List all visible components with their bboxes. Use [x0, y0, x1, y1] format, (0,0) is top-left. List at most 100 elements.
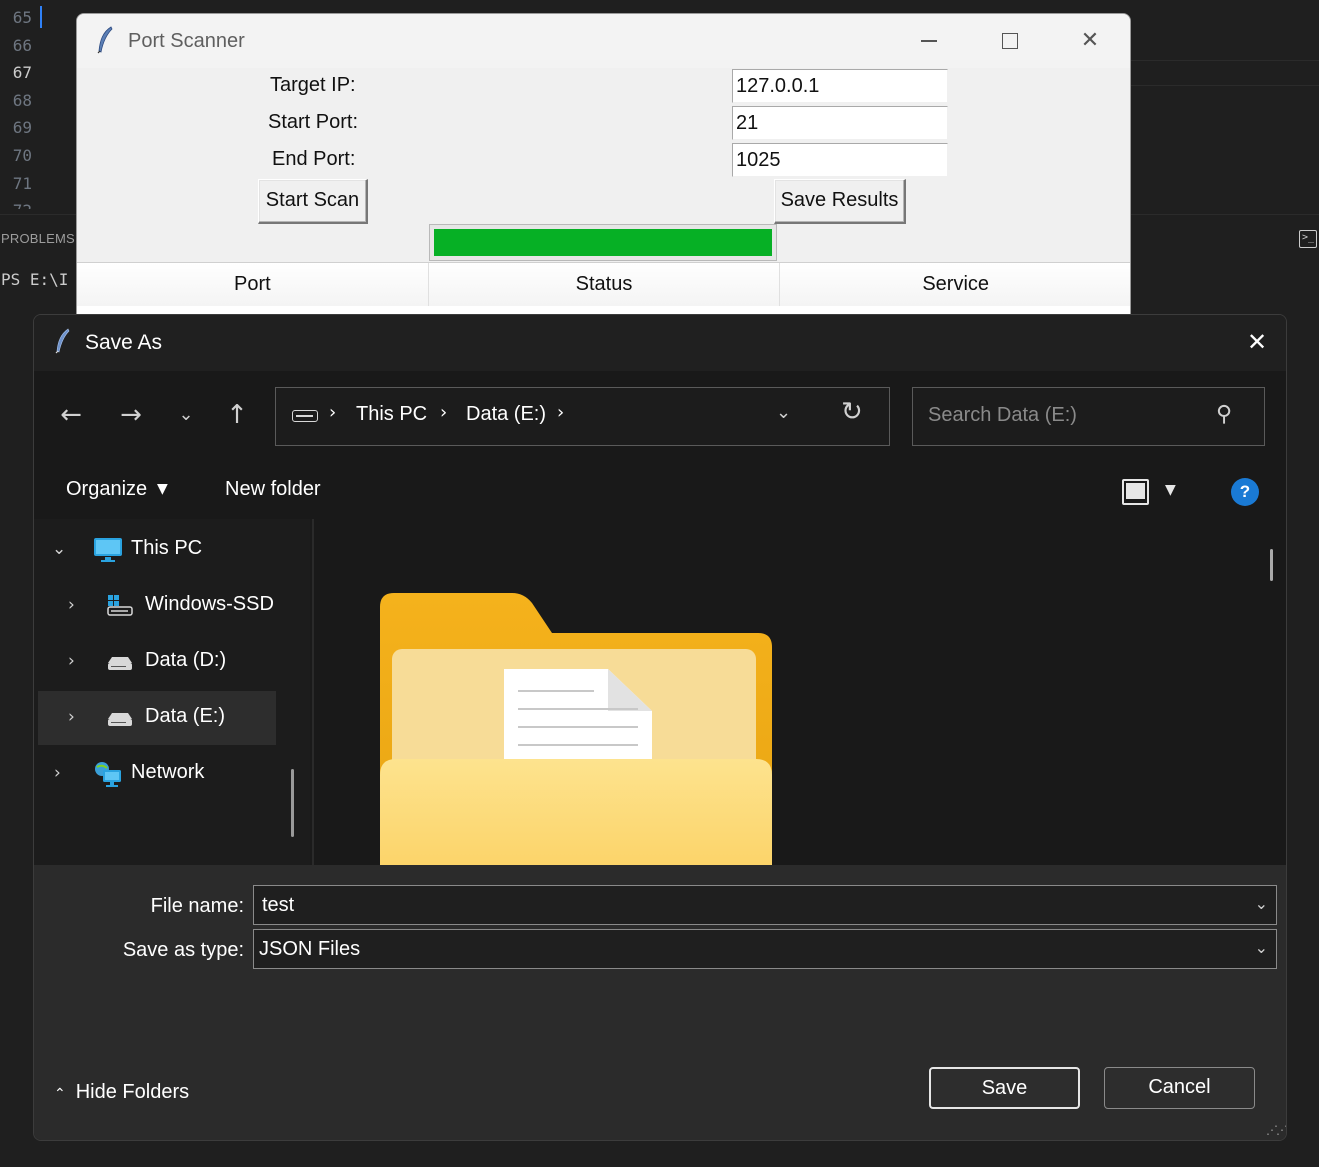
- tree-label-this-pc: This PC: [131, 537, 203, 559]
- cancel-button[interactable]: Cancel: [1104, 1067, 1255, 1109]
- breadcrumb-separator-icon[interactable]: ›: [440, 402, 447, 423]
- address-bar[interactable]: › This PC › Data (E:) › ⌄ ↻: [275, 387, 890, 446]
- forward-arrow-icon[interactable]: →: [114, 395, 148, 435]
- save-as-type-label: Save as type:: [122, 939, 244, 961]
- tree-label-network: Network: [131, 761, 205, 783]
- save-results-button[interactable]: Save Results: [774, 179, 906, 224]
- current-line-highlight: [1130, 60, 1319, 86]
- tree-item-data-e[interactable]: › Data (E:): [38, 691, 276, 745]
- refresh-icon[interactable]: ↻: [841, 397, 863, 427]
- tab-problems[interactable]: PROBLEMS: [1, 231, 75, 246]
- tree-item-windows-ssd[interactable]: › Windows-SSD: [38, 579, 276, 633]
- file-name-label: File name:: [150, 895, 244, 917]
- chevron-right-icon[interactable]: ›: [54, 763, 61, 783]
- save-as-type-select[interactable]: JSON Files ⌄: [253, 929, 1277, 969]
- search-box[interactable]: Search Data (E:) ⚲: [912, 387, 1265, 446]
- resize-grip-icon[interactable]: ⋰⋰: [1266, 1123, 1286, 1137]
- breadcrumb-separator-icon[interactable]: ›: [329, 402, 336, 423]
- minimize-button[interactable]: [909, 26, 949, 56]
- line-number: 68: [12, 90, 32, 110]
- save-as-type-value: JSON Files: [259, 938, 361, 960]
- navigation-pane: ⌄ This PC › Windows-SSD › Data (D:) › Da…: [34, 519, 312, 865]
- start-port-input[interactable]: 21: [732, 106, 948, 140]
- up-arrow-icon[interactable]: ↑: [220, 395, 254, 435]
- dialog-title-bar[interactable]: Save As ✕: [34, 315, 1286, 371]
- drive-icon: [108, 657, 132, 670]
- column-header-status[interactable]: Status: [428, 263, 781, 306]
- results-table-header: Port Status Service: [77, 262, 1130, 306]
- feather-icon: [55, 328, 70, 354]
- recent-locations-chevron-icon[interactable]: ⌄: [169, 395, 203, 435]
- hide-folders-button[interactable]: ⌃ Hide Folders: [54, 1081, 189, 1104]
- back-arrow-icon[interactable]: ←: [54, 395, 88, 435]
- line-number: 66: [12, 35, 32, 55]
- chevron-down-icon[interactable]: ⌄: [1255, 938, 1268, 957]
- folder-icon[interactable]: [380, 593, 774, 865]
- chevron-up-icon: ⌃: [54, 1085, 66, 1101]
- target-ip-label: Target IP:: [270, 74, 356, 96]
- dialog-footer: File name: test ⌄ Save as type: JSON Fil…: [34, 865, 1286, 1140]
- organize-menu-button[interactable]: Organize: [66, 478, 147, 501]
- close-icon[interactable]: ✕: [1070, 26, 1110, 56]
- tree-label-data-e: Data (E:): [145, 705, 226, 727]
- line-number: 71: [12, 173, 32, 193]
- drive-icon: [108, 713, 132, 726]
- search-placeholder: Search Data (E:): [928, 404, 1077, 426]
- save-button[interactable]: Save: [929, 1067, 1080, 1109]
- tree-label-windows-ssd: Windows-SSD: [145, 593, 274, 615]
- line-number: 70: [12, 145, 32, 165]
- caret-down-icon[interactable]: ▼: [157, 481, 168, 497]
- command-bar: Organize ▼ New folder ▼ ?: [34, 466, 1286, 519]
- start-scan-button[interactable]: Start Scan: [258, 179, 368, 224]
- target-ip-input[interactable]: 127.0.0.1: [732, 69, 948, 103]
- window-title: Port Scanner: [128, 30, 245, 52]
- tree-item-this-pc[interactable]: ⌄ This PC: [38, 523, 276, 577]
- tree-item-network[interactable]: › Network: [38, 747, 276, 801]
- file-list-area[interactable]: [314, 519, 1286, 865]
- chevron-right-icon[interactable]: ›: [68, 651, 75, 671]
- monitor-icon: [94, 538, 122, 562]
- chevron-down-icon[interactable]: ⌄: [1255, 894, 1268, 913]
- content-scrollbar[interactable]: [1270, 549, 1273, 581]
- chevron-right-icon[interactable]: ›: [68, 595, 75, 615]
- hide-folders-label: Hide Folders: [75, 1081, 190, 1103]
- title-bar[interactable]: Port Scanner ✕: [77, 14, 1130, 68]
- column-header-port[interactable]: Port: [77, 263, 429, 306]
- file-name-input[interactable]: test ⌄: [253, 885, 1277, 925]
- start-port-label: Start Port:: [268, 111, 359, 133]
- save-as-dialog: Save As ✕ ← → ⌄ ↑ › This PC › Data (E:) …: [33, 314, 1287, 1141]
- dialog-title: Save As: [85, 331, 163, 354]
- maximize-button[interactable]: [990, 26, 1030, 56]
- end-port-label: End Port:: [272, 148, 356, 170]
- caret-down-icon[interactable]: ▼: [1165, 482, 1176, 498]
- line-number-active: 67: [12, 63, 32, 83]
- network-icon: [95, 762, 121, 787]
- close-icon[interactable]: ✕: [1237, 327, 1277, 357]
- breadcrumb-data-e[interactable]: Data (E:): [466, 403, 546, 426]
- port-scanner-window: Port Scanner ✕ Target IP: Start Port: En…: [76, 13, 1131, 315]
- terminal-prompt[interactable]: PS E:\I: [1, 270, 68, 289]
- tree-item-data-d[interactable]: › Data (D:): [38, 635, 276, 689]
- git-change-marker: [40, 6, 42, 28]
- address-dropdown-chevron-icon[interactable]: ⌄: [776, 402, 791, 423]
- navigation-bar: ← → ⌄ ↑ › This PC › Data (E:) › ⌄ ↻ Sear…: [34, 371, 1286, 466]
- breadcrumb-separator-icon[interactable]: ›: [557, 402, 564, 423]
- search-icon[interactable]: ⚲: [1216, 402, 1232, 427]
- help-icon[interactable]: ?: [1231, 478, 1259, 506]
- progress-fill: [434, 229, 772, 256]
- new-folder-button[interactable]: New folder: [225, 478, 321, 501]
- file-name-value: test: [262, 894, 295, 916]
- line-number: 72: [0, 197, 40, 209]
- scan-progress-bar: [429, 224, 777, 261]
- column-header-service[interactable]: Service: [780, 263, 1130, 306]
- end-port-input[interactable]: 1025: [732, 143, 948, 177]
- line-number: 65: [12, 8, 32, 27]
- chevron-right-icon[interactable]: ›: [68, 707, 75, 727]
- breadcrumb-this-pc[interactable]: This PC: [356, 403, 427, 426]
- view-options-icon[interactable]: [1122, 479, 1149, 505]
- windows-drive-icon: [107, 595, 133, 616]
- chevron-down-icon[interactable]: ⌄: [52, 539, 66, 559]
- navigation-pane-scrollbar[interactable]: [291, 769, 294, 837]
- terminal-icon[interactable]: >_: [1299, 230, 1317, 248]
- tree-label-data-d: Data (D:): [145, 649, 227, 671]
